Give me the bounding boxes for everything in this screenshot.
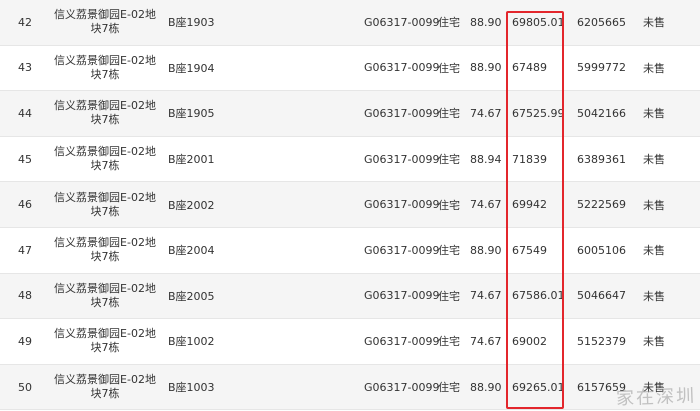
total-price: 6005106 [577, 243, 626, 257]
table-row: 50 信义荔景御园E-02地块7栋 B座1003 G06317-0099 住宅 … [0, 364, 700, 411]
unit-price: 67549 [512, 243, 547, 257]
total-price: 5042166 [577, 106, 626, 120]
project-name: 信义荔景御园E-02地块7栋 [54, 373, 156, 401]
room-number: B座1905 [168, 107, 215, 121]
sale-status: 未售 [643, 244, 665, 258]
table-row: 45 信义荔景御园E-02地块7栋 B座2001 G06317-0099 住宅 … [0, 136, 700, 183]
floor-area: 74.67 [470, 198, 502, 212]
sale-status: 未售 [643, 107, 665, 121]
usage-type: 住宅 [438, 198, 460, 212]
parcel-code: G06317-0099 [364, 198, 440, 212]
project-name: 信义荔景御园E-02地块7栋 [54, 99, 156, 127]
sale-status: 未售 [643, 16, 665, 30]
floor-area: 88.90 [470, 243, 502, 257]
floor-area: 74.67 [470, 106, 502, 120]
floor-area: 74.67 [470, 289, 502, 303]
room-number: B座2002 [168, 198, 215, 212]
parcel-code: G06317-0099 [364, 152, 440, 166]
row-number: 46 [18, 198, 32, 212]
room-number: B座1903 [168, 16, 215, 30]
room-number: B座2005 [168, 289, 215, 303]
parcel-code: G06317-0099 [364, 61, 440, 75]
parcel-code: G06317-0099 [364, 289, 440, 303]
unit-price: 67525.99 [512, 106, 565, 120]
project-name: 信义荔景御园E-02地块7栋 [54, 281, 156, 309]
row-number: 45 [18, 152, 32, 166]
row-number: 44 [18, 106, 32, 120]
table-row: 46 信义荔景御园E-02地块7栋 B座2002 G06317-0099 住宅 … [0, 182, 700, 228]
room-number: B座1002 [168, 335, 215, 349]
row-number: 48 [18, 289, 32, 303]
sale-status: 未售 [643, 289, 665, 303]
usage-type: 住宅 [438, 61, 460, 75]
table-row: 42 信义荔景御园E-02地块7栋 B座1903 G06317-0099 住宅 … [0, 0, 700, 46]
usage-type: 住宅 [438, 335, 460, 349]
project-name: 信义荔景御园E-02地块7栋 [54, 8, 156, 36]
usage-type: 住宅 [438, 244, 460, 258]
floor-area: 88.90 [470, 380, 502, 394]
table-row: 49 信义荔景御园E-02地块7栋 B座1002 G06317-0099 住宅 … [0, 319, 700, 365]
total-price: 5152379 [577, 334, 626, 348]
parcel-code: G06317-0099 [364, 334, 440, 348]
floor-area: 88.90 [470, 61, 502, 75]
listing-table: 42 信义荔景御园E-02地块7栋 B座1903 G06317-0099 住宅 … [0, 0, 700, 411]
parcel-code: G06317-0099 [364, 380, 440, 394]
unit-price: 69265.01 [512, 380, 565, 394]
total-price: 6389361 [577, 152, 626, 166]
sale-status: 未售 [643, 198, 665, 212]
parcel-code: G06317-0099 [364, 106, 440, 120]
room-number: B座1904 [168, 61, 215, 75]
unit-price: 71839 [512, 152, 547, 166]
row-number: 42 [18, 15, 32, 29]
unit-price: 67586.01 [512, 289, 565, 303]
total-price: 5999772 [577, 61, 626, 75]
project-name: 信义荔景御园E-02地块7栋 [54, 145, 156, 173]
sale-status: 未售 [643, 335, 665, 349]
watermark-logo: 家在深圳 [615, 385, 697, 410]
room-number: B座1003 [168, 381, 215, 395]
usage-type: 住宅 [438, 16, 460, 30]
project-name: 信义荔景御园E-02地块7栋 [54, 190, 156, 218]
row-number: 50 [18, 380, 32, 394]
room-number: B座2004 [168, 244, 215, 258]
room-number: B座2001 [168, 153, 215, 167]
unit-price: 69942 [512, 198, 547, 212]
unit-price: 69805.01 [512, 15, 565, 29]
table-row: 47 信义荔景御园E-02地块7栋 B座2004 G06317-0099 住宅 … [0, 227, 700, 274]
floor-area: 88.94 [470, 152, 502, 166]
usage-type: 住宅 [438, 153, 460, 167]
row-number: 49 [18, 334, 32, 348]
usage-type: 住宅 [438, 289, 460, 303]
sale-status: 未售 [643, 153, 665, 167]
floor-area: 74.67 [470, 334, 502, 348]
usage-type: 住宅 [438, 107, 460, 121]
project-name: 信义荔景御园E-02地块7栋 [54, 327, 156, 355]
project-name: 信义荔景御园E-02地块7栋 [54, 236, 156, 264]
usage-type: 住宅 [438, 381, 460, 395]
row-number: 47 [18, 243, 32, 257]
sale-status: 未售 [643, 61, 665, 75]
table-row: 43 信义荔景御园E-02地块7栋 B座1904 G06317-0099 住宅 … [0, 45, 700, 92]
table-row: 48 信义荔景御园E-02地块7栋 B座2005 G06317-0099 住宅 … [0, 273, 700, 320]
unit-price: 69002 [512, 334, 547, 348]
unit-price: 67489 [512, 61, 547, 75]
table-row: 44 信义荔景御园E-02地块7栋 B座1905 G06317-0099 住宅 … [0, 91, 700, 137]
floor-area: 88.90 [470, 15, 502, 29]
total-price: 6205665 [577, 15, 626, 29]
row-number: 43 [18, 61, 32, 75]
parcel-code: G06317-0099 [364, 15, 440, 29]
project-name: 信义荔景御园E-02地块7栋 [54, 53, 156, 81]
parcel-code: G06317-0099 [364, 243, 440, 257]
total-price: 5222569 [577, 198, 626, 212]
total-price: 5046647 [577, 289, 626, 303]
